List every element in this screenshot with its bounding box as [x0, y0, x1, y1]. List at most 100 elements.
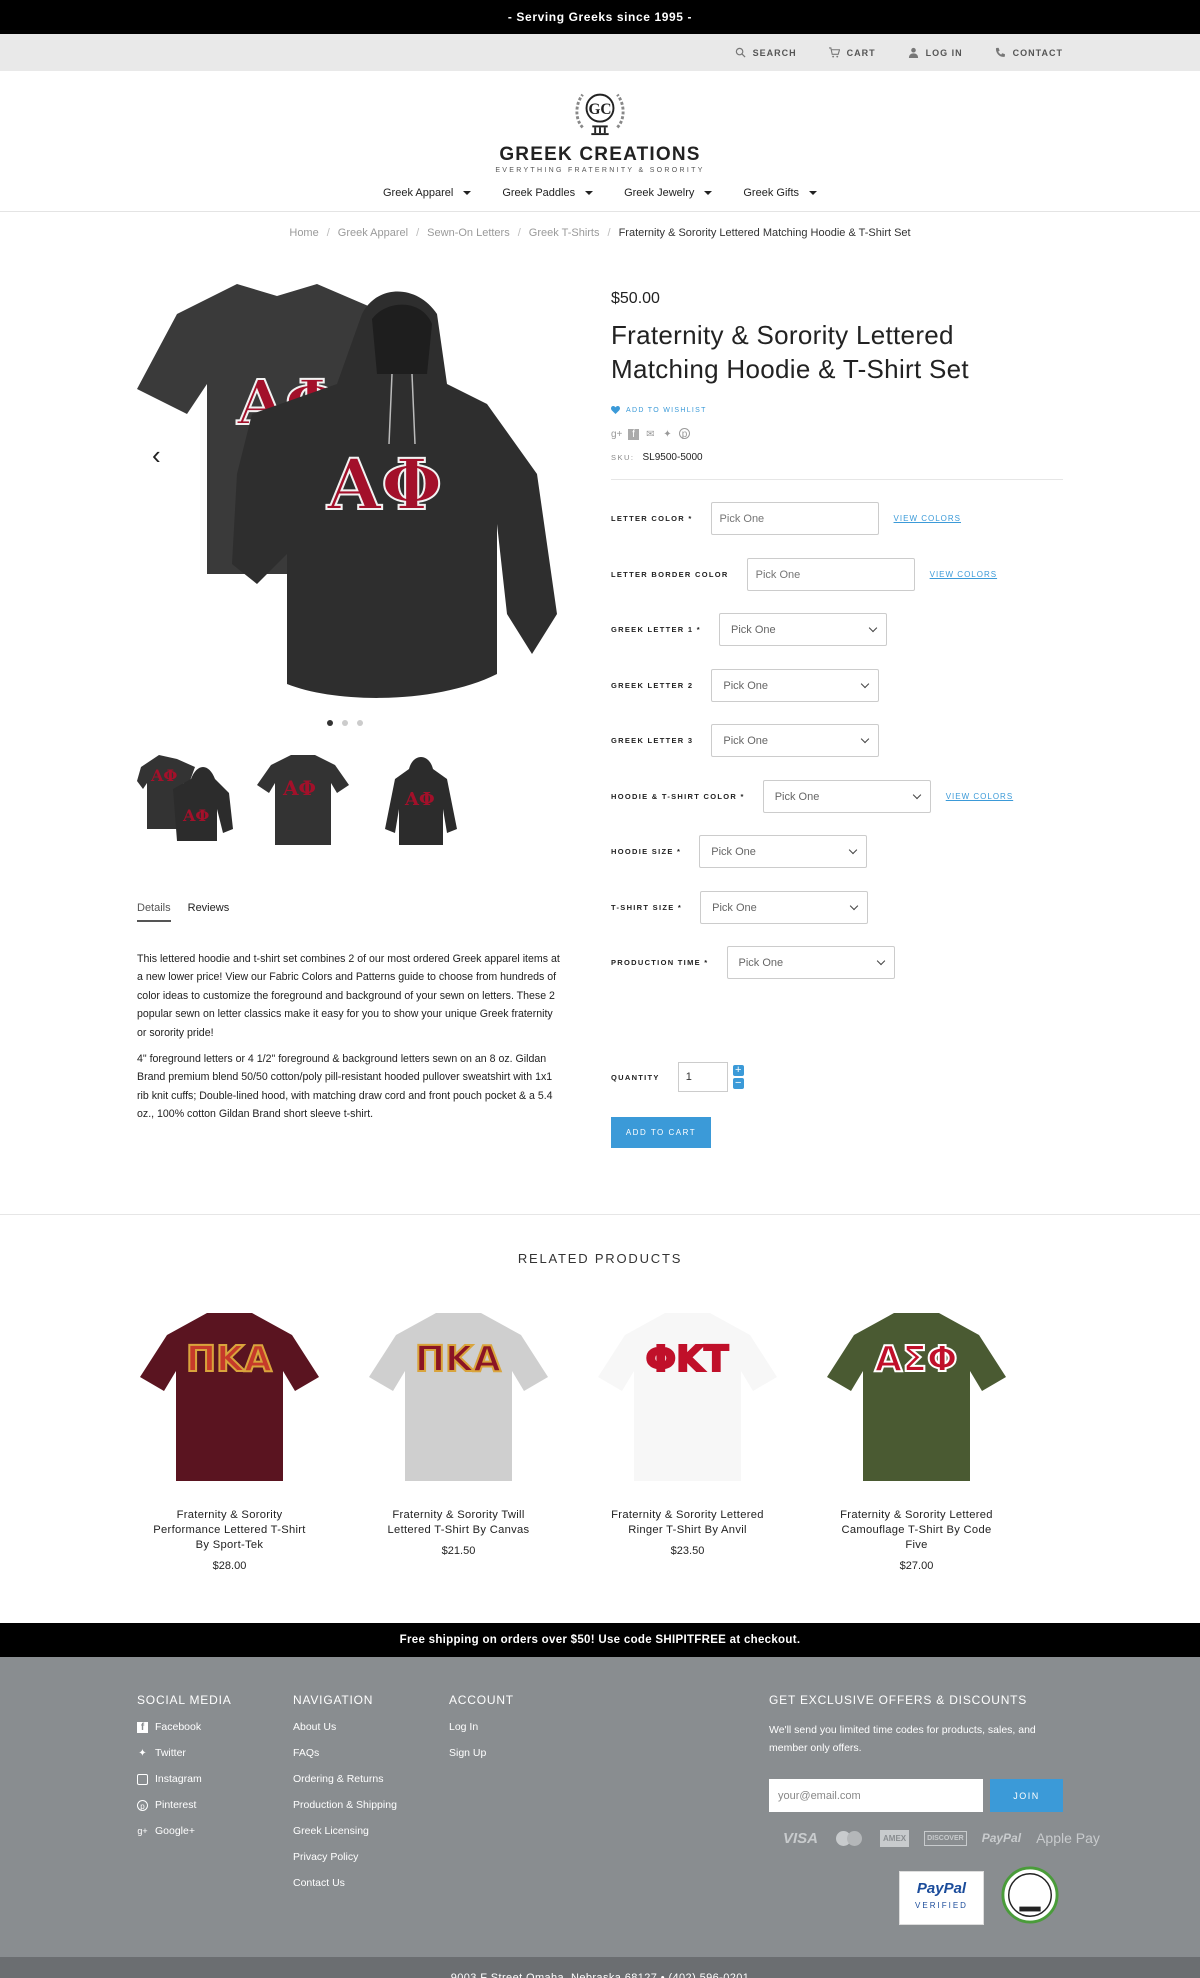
- related-grid: ΠΚΑ Fraternity & Sorority Performance Le…: [137, 1307, 1009, 1572]
- sku-value: SL9500-5000: [642, 452, 703, 463]
- quantity-field[interactable]: 1: [677, 1062, 728, 1092]
- option-hoodie-tshirt-color: HOODIE & T-SHIRT COLOR * Pick One VIEW C…: [611, 780, 1013, 813]
- increment-icon[interactable]: +: [732, 1065, 744, 1076]
- shipping-banner: Free shipping on orders over $50! Use co…: [0, 1623, 1200, 1657]
- main-nav: Greek Apparel Greek Paddles Greek Jewelr…: [0, 187, 1200, 199]
- thumbnail-hoodie[interactable]: ΑΦ: [373, 749, 469, 847]
- nav-greek-gifts[interactable]: Greek Gifts: [743, 187, 817, 199]
- share-email-icon[interactable]: ✉: [645, 428, 656, 440]
- related-product-image: ΑΣΦ: [827, 1313, 1006, 1481]
- tab-reviews[interactable]: Reviews: [188, 902, 230, 922]
- breadcrumb: Home / Greek Apparel / Sewn-On Letters / Gr…: [0, 212, 1200, 254]
- join-button[interactable]: JOIN: [990, 1779, 1063, 1812]
- footer-googleplus-link[interactable]: g+ Google+: [137, 1825, 232, 1837]
- user-icon: [908, 47, 918, 58]
- related-heading: RELATED PRODUCTS: [517, 1251, 683, 1266]
- search-link[interactable]: SEARCH: [735, 47, 797, 58]
- view-colors-link[interactable]: VIEW COLORS: [946, 792, 1013, 801]
- nav-greek-jewelry[interactable]: Greek Jewelry: [624, 187, 713, 199]
- heart-icon: [611, 406, 620, 414]
- thumb-letters: ΑΦ: [404, 789, 435, 810]
- option-label: T-SHIRT SIZE *: [611, 903, 683, 912]
- footer-instagram-link[interactable]: Instagram: [137, 1773, 232, 1785]
- gallery-dot-3[interactable]: [357, 720, 363, 726]
- breadcrumb-separator: /: [517, 227, 521, 239]
- tshirt-size-select[interactable]: Pick One: [700, 891, 869, 924]
- gallery-dot-2[interactable]: [342, 720, 348, 726]
- newsletter-email-input[interactable]: your@email.com: [769, 1779, 983, 1812]
- share-pinterest-icon[interactable]: p: [679, 428, 690, 440]
- breadcrumb-greek-apparel[interactable]: Greek Apparel: [338, 227, 408, 239]
- cart-label: CART: [846, 47, 876, 58]
- greek-letter-1-select[interactable]: Pick One: [718, 613, 887, 646]
- greek-letter-3-select[interactable]: Pick One: [711, 724, 880, 757]
- chevron-down-icon: [861, 679, 870, 689]
- shirt-letters: ΦΚΤ: [645, 1339, 729, 1380]
- footer-nav-link[interactable]: Production & Shipping: [293, 1799, 397, 1811]
- gallery-prev-arrow-icon[interactable]: ‹: [152, 442, 166, 468]
- option-label: GREEK LETTER 3: [611, 736, 694, 745]
- related-product-card[interactable]: ΦΚΤ Fraternity & Sorority Lettered Ringe…: [595, 1307, 780, 1572]
- related-product-card[interactable]: ΠΚΑ Fraternity & Sorority Performance Le…: [137, 1307, 322, 1572]
- footer-navigation: NAVIGATION About Us FAQs Ordering & Retu…: [293, 1693, 397, 1903]
- footer-nav-link[interactable]: Contact Us: [293, 1877, 397, 1889]
- footer-nav-link[interactable]: Ordering & Returns: [293, 1773, 397, 1785]
- product-info: $50.00 Fraternity & Sorority Lettered Ma…: [611, 274, 1063, 1148]
- related-product-card[interactable]: ΑΣΦ Fraternity & Sorority Lettered Camou…: [824, 1307, 1009, 1572]
- hoodie-tshirt-color-select[interactable]: Pick One: [762, 780, 931, 813]
- share-twitter-icon[interactable]: ✦: [662, 428, 673, 440]
- decrement-icon[interactable]: −: [732, 1078, 744, 1089]
- related-product-image: ΦΚΤ: [598, 1313, 777, 1481]
- option-tshirt-size: T-SHIRT SIZE * Pick One: [611, 891, 869, 924]
- related-product-price: $23.50: [670, 1545, 705, 1557]
- breadcrumb-home[interactable]: Home: [289, 227, 318, 239]
- breadcrumb-sewn-on-letters[interactable]: Sewn-On Letters: [427, 227, 510, 239]
- letter-border-color-field[interactable]: [746, 558, 915, 591]
- gallery-dot-1[interactable]: [327, 720, 333, 726]
- caret-down-icon: [463, 191, 472, 195]
- view-colors-link[interactable]: VIEW COLORS: [930, 570, 997, 579]
- share-facebook-icon[interactable]: f: [628, 428, 639, 440]
- footer-nav-link[interactable]: Greek Licensing: [293, 1825, 397, 1837]
- add-to-cart-button[interactable]: ADD TO CART: [611, 1117, 711, 1148]
- greek-letter-2-select[interactable]: Pick One: [711, 669, 880, 702]
- site-logo[interactable]: GC GREEK CREATIONS EVERYTHING FRATERNITY…: [0, 85, 1200, 174]
- footer-nav-link[interactable]: About Us: [293, 1721, 397, 1733]
- tab-details[interactable]: Details: [137, 902, 171, 922]
- letter-color-field[interactable]: [710, 502, 879, 535]
- footer-nav-link[interactable]: FAQs: [293, 1747, 397, 1759]
- thumbnail-set[interactable]: ΑΦ ΑΦ: [137, 749, 233, 847]
- nav-greek-apparel[interactable]: Greek Apparel: [383, 187, 472, 199]
- footer-signup-link[interactable]: Sign Up: [449, 1747, 514, 1759]
- footer-twitter-link[interactable]: ✦ Twitter: [137, 1747, 232, 1759]
- product-main-image[interactable]: ΑΦ ΑΦ ‹: [137, 274, 557, 714]
- option-label: HOODIE SIZE *: [611, 847, 682, 856]
- footer-login-link[interactable]: Log In: [449, 1721, 514, 1733]
- footer-nav-link[interactable]: Privacy Policy: [293, 1851, 397, 1863]
- nav-greek-paddles[interactable]: Greek Paddles: [502, 187, 594, 199]
- product-gallery: ΑΦ ΑΦ ‹ ΑΦΑΦ ΑΦ ΑΦ Details Reviews This …: [137, 274, 560, 1120]
- breadcrumb-greek-tshirts[interactable]: Greek T-Shirts: [529, 227, 600, 239]
- thumbnail-tshirt[interactable]: ΑΦ: [255, 749, 351, 847]
- gallery-thumbnails: ΑΦ ΑΦ ΑΦ ΑΦ: [137, 749, 469, 847]
- option-greek-letter-3: GREEK LETTER 3 Pick One: [611, 724, 880, 757]
- mastercard-icon: [833, 1829, 865, 1847]
- option-letter-color: LETTER COLOR * VIEW COLORS: [611, 502, 961, 535]
- production-time-select[interactable]: Pick One: [726, 946, 895, 979]
- contact-link[interactable]: CONTACT: [995, 47, 1063, 58]
- amex-icon: AMEX: [880, 1829, 910, 1847]
- chevron-down-icon: [849, 845, 858, 855]
- official-licensed-product-seal-icon: [1001, 1866, 1059, 1924]
- option-label: PRODUCTION TIME *: [611, 958, 709, 967]
- add-to-wishlist-link[interactable]: ADD TO WISHLIST: [611, 406, 1063, 414]
- login-link[interactable]: LOG IN: [908, 47, 963, 58]
- cart-link[interactable]: CART: [828, 47, 876, 58]
- related-product-price: $21.50: [441, 1545, 476, 1557]
- hoodie-size-select[interactable]: Pick One: [699, 835, 868, 868]
- related-product-card[interactable]: ΠΚΑ Fraternity & Sorority Twill Lettered…: [366, 1307, 551, 1572]
- footer-facebook-link[interactable]: f Facebook: [137, 1721, 232, 1733]
- footer-pinterest-link[interactable]: p Pinterest: [137, 1799, 232, 1811]
- share-googleplus-icon[interactable]: g+: [611, 428, 622, 440]
- view-colors-link[interactable]: VIEW COLORS: [894, 514, 961, 523]
- option-label: GREEK LETTER 2: [611, 681, 694, 690]
